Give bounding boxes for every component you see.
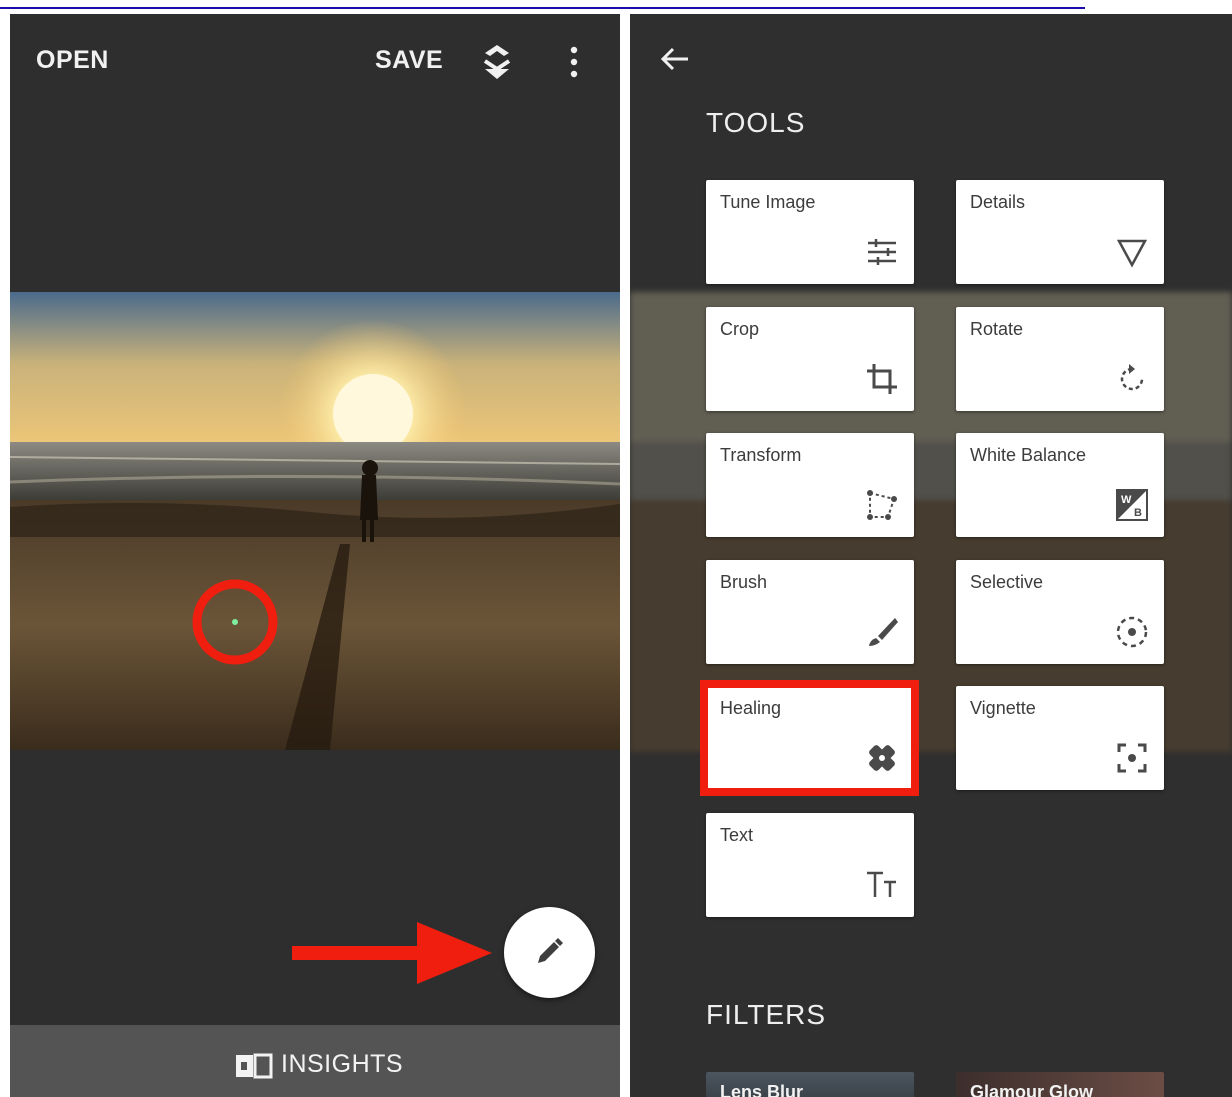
vignette-icon [1114,740,1150,776]
tool-tune-image[interactable]: Tune Image [706,180,914,284]
tools-section-title: TOOLS [706,107,806,138]
red-arrow-annotation [292,922,492,984]
tool-label: White Balance [970,445,1087,465]
tool-text[interactable]: Text [706,813,914,917]
tools-screen: TOOLS Tune Image Details Crop Rotate Tra… [630,14,1232,1097]
filter-lens-blur[interactable]: Lens Blur [706,1072,914,1097]
insights-label[interactable]: INSIGHTS [281,1050,403,1079]
save-button[interactable]: SAVE [375,46,443,75]
tool-label: Crop [720,319,760,339]
insights-book-icon[interactable] [235,1052,273,1085]
selective-icon [1114,614,1150,650]
editor-screen: OPEN SAVE INSIGHTS [10,14,620,1097]
edit-tools-fab[interactable] [504,907,595,998]
filter-label: Glamour Glow [970,1082,1094,1097]
more-vertical-icon[interactable] [566,46,582,78]
pencil-icon [538,938,563,963]
tool-label: Details [970,192,1026,212]
tool-label: Transform [720,445,802,465]
rotate-icon [1114,361,1150,397]
tool-label: Rotate [970,319,1024,339]
open-button[interactable]: OPEN [36,46,109,75]
filters-section-title: FILTERS [706,999,827,1030]
brush-icon [864,614,900,650]
filter-glamour-glow[interactable]: Glamour Glow [956,1072,1164,1097]
tool-label: Text [720,825,754,845]
filter-label: Lens Blur [720,1082,804,1097]
tool-selective[interactable]: Selective [956,560,1164,664]
arrow-left-icon[interactable] [660,46,690,77]
crop-icon [864,361,900,397]
healing-highlight-annotation [700,680,919,796]
sliders-icon [864,234,900,270]
top-link-underline[interactable] [0,0,1085,9]
tool-label: Vignette [970,698,1036,718]
tool-label: Tune Image [720,192,816,212]
text-icon [864,867,900,903]
beach-sunset-photo [10,292,620,750]
tool-transform[interactable]: Transform [706,433,914,537]
white-balance-icon: WB [1114,487,1150,523]
tool-brush[interactable]: Brush [706,560,914,664]
tool-vignette[interactable]: Vignette [956,686,1164,790]
tool-details[interactable]: Details [956,180,1164,284]
tool-rotate[interactable]: Rotate [956,307,1164,411]
tool-crop[interactable]: Crop [706,307,914,411]
layers-stack-icon[interactable] [480,41,514,83]
tool-label: Brush [720,572,768,592]
transform-icon [864,487,900,523]
triangle-down-icon [1114,234,1150,270]
tool-white-balance[interactable]: White Balance WB [956,433,1164,537]
svg-text:B: B [1134,507,1142,519]
svg-text:W: W [1121,494,1132,506]
tool-label: Selective [970,572,1044,592]
